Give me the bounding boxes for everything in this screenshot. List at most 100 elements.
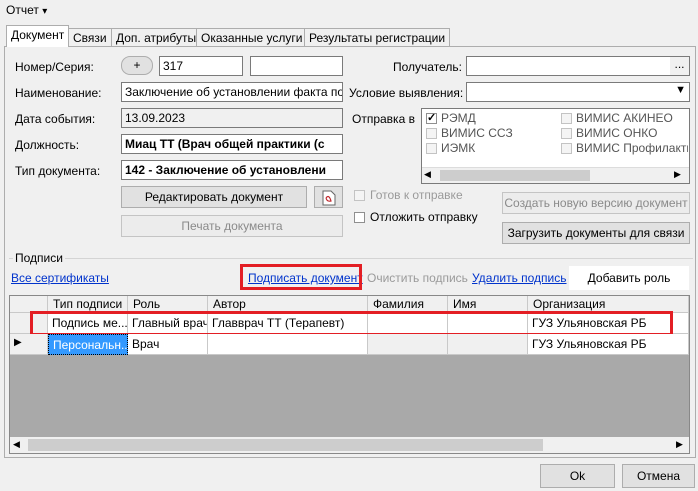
chevron-down-icon: ▼ [675,84,686,96]
recipient-label: Получатель: [393,60,462,74]
position-label: Должность: [15,138,80,152]
send-target-label: ИЭМК [441,141,476,155]
checkbox-remd[interactable]: ✓ [426,112,437,124]
grid-scrollbar[interactable]: ◀ ▶ [10,437,689,453]
cell-organization[interactable]: ГУЗ Ульяновская РБ [528,313,689,334]
cell-surname[interactable] [368,334,448,355]
tab-links[interactable]: Связи [68,28,112,46]
cell-role[interactable]: Врач [128,334,208,355]
cell-name[interactable] [448,334,528,355]
recipient-browse-button[interactable]: ... [670,57,689,75]
pdf-document-icon [322,190,335,206]
send-target-label: ВИМИС ССЗ [441,126,513,140]
edit-document-button[interactable]: Редактировать документ [121,186,307,208]
cell-name[interactable] [448,313,528,334]
doc-type-label: Тип документа: [15,164,101,178]
scroll-right-icon[interactable]: ▶ [674,169,681,180]
detection-label: Условие выявления: [349,86,464,100]
send-target-label: ВИМИС ОНКО [576,126,658,140]
ellipsis-icon: ... [674,57,685,71]
column-header-type[interactable]: Тип подписи [48,296,128,313]
upload-documents-button[interactable]: Загрузить документы для связи [502,222,690,244]
clear-signature-link: Очистить подпись [367,271,468,285]
ready-to-send-checkbox[interactable] [354,190,365,201]
tab-label: Доп. атрибуты [116,31,197,45]
create-version-button[interactable]: Создать новую версию документ [502,192,690,214]
grid-scroll-thumb[interactable] [28,439,543,451]
ready-to-send-label: Готов к отправке [370,188,463,202]
sign-document-link[interactable]: Подписать документ [248,271,363,285]
postpone-send-label: Отложить отправку [370,210,478,224]
recipient-input[interactable] [466,56,690,76]
scroll-right-icon[interactable]: ▶ [676,439,683,450]
cell-type-selected[interactable]: Персональн... [48,334,128,355]
name-input[interactable]: Заключение об установлении факта поства [121,82,343,102]
print-document-button[interactable]: Печать документа [121,215,343,237]
column-header-name[interactable]: Имя [448,296,528,313]
grid-corner-header [10,296,48,313]
tab-document[interactable]: Документ [6,25,70,47]
checkbox-iemk[interactable] [426,143,437,154]
cell-author[interactable] [208,334,368,355]
tab-label: Оказанные услуги [201,31,303,45]
list-scrollbar[interactable]: ◀ ▶ [422,167,689,183]
column-header-organization[interactable]: Организация [528,296,689,313]
column-header-author[interactable]: Автор [208,296,368,313]
checkbox-vimis-ssz[interactable] [426,128,437,139]
row-header[interactable] [10,313,48,334]
print-document-label: Печать документа [181,219,283,233]
doc-type-input[interactable]: 142 - Заключение об установлени [121,160,343,180]
number-input[interactable]: 317 [159,56,243,76]
detection-select[interactable]: ▼ [466,82,690,102]
report-menu[interactable]: Отчет ▾ [6,3,47,17]
pdf-button[interactable] [314,186,343,208]
tab-label: Результаты регистрации [309,31,446,45]
check-icon: ✓ [427,112,437,124]
create-version-label: Создать новую версию документ [504,196,688,210]
cell-role[interactable]: Главный врач [128,313,208,334]
ok-button[interactable]: Ok [540,464,615,488]
tab-label: Связи [73,31,107,45]
series-input[interactable] [250,56,343,76]
send-target-label: ВИМИС Профилактика [576,141,688,155]
add-number-button[interactable]: + [121,56,153,75]
position-input[interactable]: Миац ТТ (Врач общей практики (с [121,134,343,154]
row-header-current[interactable]: ▶ [10,334,48,355]
cancel-button[interactable]: Отмена [622,464,695,488]
checkbox-vimis-onko[interactable] [561,128,572,139]
all-certificates-link[interactable]: Все сертификаты [11,271,109,285]
tab-registration-results[interactable]: Результаты регистрации [304,28,451,46]
add-role-label: Добавить роль [587,271,671,285]
scroll-left-icon[interactable]: ◀ [424,169,431,180]
column-header-role[interactable]: Роль [128,296,208,313]
edit-document-label: Редактировать документ [144,190,284,204]
column-header-surname[interactable]: Фамилия [368,296,448,313]
current-row-arrow-icon: ▶ [14,337,22,348]
scroll-thumb[interactable] [440,170,590,181]
cell-organization[interactable]: ГУЗ Ульяновская РБ [528,334,689,355]
cancel-label: Отмена [636,469,681,483]
plus-icon: + [133,58,141,72]
number-label: Номер/Серия: [15,60,94,74]
tab-services[interactable]: Оказанные услуги [196,28,308,46]
signatures-heading: Подписи [13,251,65,265]
send-targets-list[interactable]: ✓ РЭМД ВИМИС АКИНЕО ВИМИС ССЗ ВИМИС ОНКО… [421,108,690,184]
postpone-send-checkbox[interactable] [354,212,365,223]
tab-label: Документ [11,28,65,42]
event-date-input: 13.09.2023 [121,108,343,128]
event-date-label: Дата события: [15,112,96,126]
chevron-down-icon: ▾ [42,6,48,17]
cell-type[interactable]: Подпись ме... [48,313,128,334]
upload-documents-label: Загрузить документы для связи [507,226,685,240]
delete-signature-link[interactable]: Удалить подпись [472,271,567,285]
tab-extra-attributes[interactable]: Доп. атрибуты [111,28,202,46]
cell-surname[interactable] [368,313,448,334]
checkbox-vimis-akineo[interactable] [561,113,572,124]
scroll-left-icon[interactable]: ◀ [13,439,20,450]
cell-author[interactable]: Главврач ТТ (Терапевт) [208,313,368,334]
add-role-button[interactable]: Добавить роль [569,266,689,290]
checkbox-vimis-prof[interactable] [561,143,572,154]
send-target-label: ВИМИС АКИНЕО [576,111,673,125]
send-target-label: РЭМД [441,111,476,125]
report-menu-label: Отчет [6,3,39,17]
